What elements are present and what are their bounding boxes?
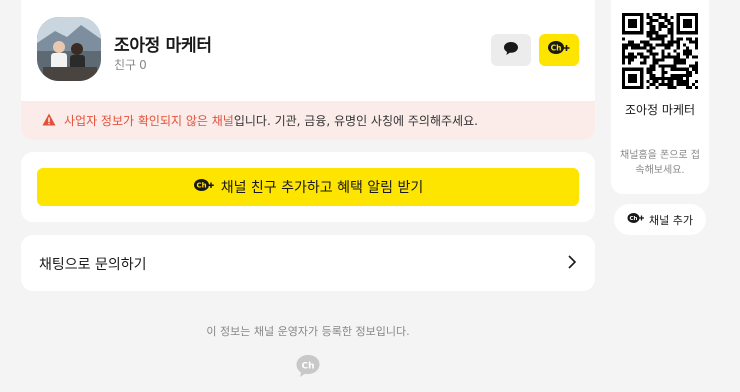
ch-badge-text: Ch <box>196 181 206 189</box>
qr-channel-name: 조아정 마케터 <box>624 103 696 117</box>
qr-panel: 조아정 마케터 채널홈을 폰으로 접속해보세요. <box>611 0 709 194</box>
warning-text: 입니다. 기관, 금융, 유명인 사칭에 주의해주세요. <box>233 114 478 128</box>
qr-hint: 채널홈을 폰으로 접속해보세요. <box>620 150 700 176</box>
warning-banner: 사업자 정보가 확인되지 않은 채널 입니다. 기관, 금융, 유명인 사칭에 주… <box>21 101 595 140</box>
channel-add-button[interactable]: Ch 채널 추가 <box>614 204 706 235</box>
profile-card: 조아정 마케터 친구 0 Ch 사업자 정보가 확인되지 않은 채널 입니다. 기관… <box>21 0 595 140</box>
chevron-right-icon <box>567 254 577 274</box>
chat-bubble-icon <box>503 41 519 60</box>
friend-count: 친구 0 <box>114 56 150 73</box>
friends-label: 친구 <box>114 58 137 72</box>
warning-icon <box>42 113 64 129</box>
add-channel-button[interactable]: Ch <box>539 34 579 66</box>
ch-badge-text: Ch <box>301 361 314 371</box>
notify-card: Ch 채널 친구 추가하고 혜택 알림 받기 <box>21 152 595 222</box>
chat-button[interactable] <box>491 34 531 66</box>
channel-name: 조아정 마케터 <box>114 36 212 56</box>
ch-badge-text: Ch <box>551 43 562 52</box>
notify-button-label: 채널 친구 추가하고 혜택 알림 받기 <box>220 180 424 196</box>
ch-badge-text: Ch <box>630 216 638 222</box>
channel-add-icon: Ch <box>547 40 571 60</box>
add-friend-notify-button[interactable]: Ch 채널 친구 추가하고 혜택 알림 받기 <box>37 168 579 206</box>
channel-add-icon: Ch <box>627 212 649 227</box>
friends-count: 0 <box>139 58 147 72</box>
inquiry-label: 채팅으로 문의하기 <box>39 257 147 273</box>
channel-add-icon: Ch <box>193 178 221 197</box>
footer-notice: 이 정보는 채널 운영자가 등록한 정보입니다. <box>206 325 410 338</box>
qr-code <box>622 13 698 89</box>
kakao-channel-logo-icon: Ch <box>295 353 321 379</box>
channel-add-label: 채널 추가 <box>649 213 693 227</box>
avatar[interactable] <box>37 17 101 81</box>
warning-highlight: 사업자 정보가 확인되지 않은 채널 <box>64 114 234 128</box>
chat-inquiry-row[interactable]: 채팅으로 문의하기 <box>21 235 595 291</box>
